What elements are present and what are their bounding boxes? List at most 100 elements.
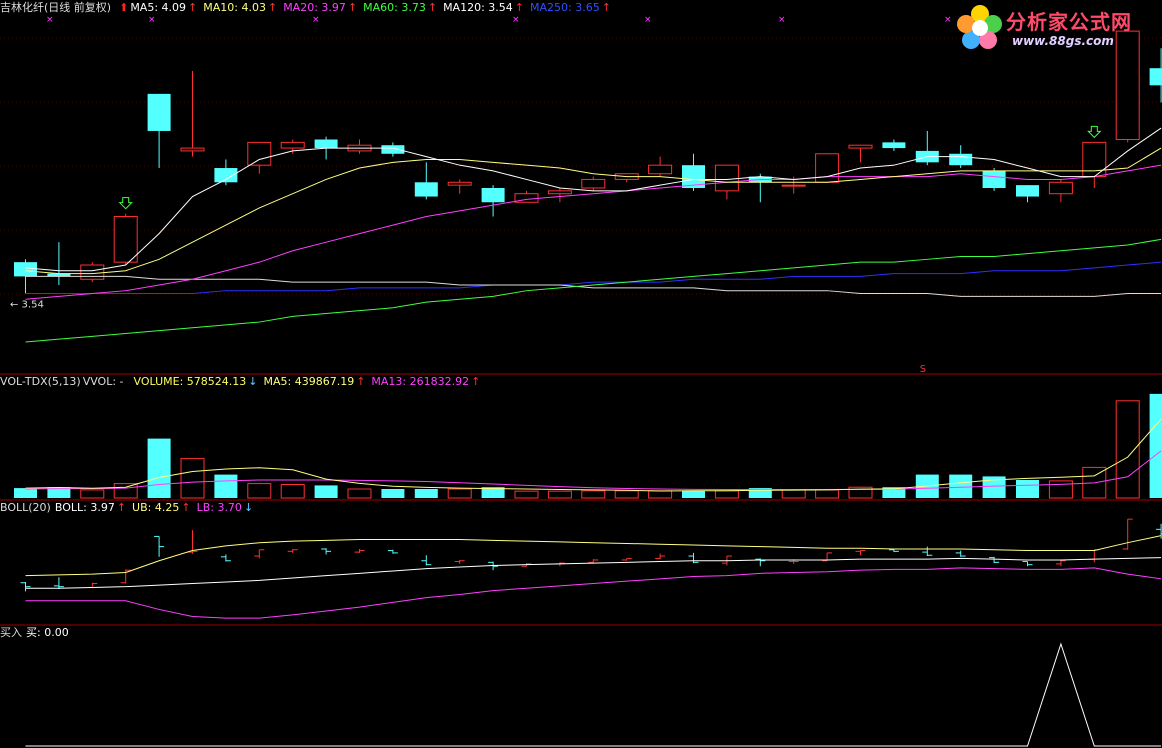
volume-bar [347,488,372,499]
ma250-label: MA250: 3.65 [530,1,600,14]
candle-body [414,182,438,197]
marker-icon: × [644,15,652,25]
candle-body [781,184,806,187]
candle-body [581,178,606,189]
ma10-line [25,147,1162,275]
candle-body [815,153,840,183]
boll-lb-line [25,567,1162,619]
candle-body [147,93,171,131]
ma5-label: MA5: 4.09 [130,1,187,14]
arrow-down-icon: ↓ [248,375,258,388]
buy-signal-line [25,642,1162,747]
candle-body [14,262,37,277]
volume-bar [280,484,305,499]
candle-body [848,144,873,149]
arrow-up-icon: ↑ [116,501,127,514]
arrow-up-icon: ↑ [356,375,366,388]
volume-bar [14,488,37,498]
logo-title: 分析家公式网 [1006,10,1132,34]
ma250-line [25,261,1162,295]
buy-indicator-name: 买入 [0,626,22,639]
volume-bar [147,438,171,498]
volume-bar [214,474,238,498]
ma10-label: MA10: 4.03 [203,1,266,14]
volume-bar [815,489,840,499]
candle-body [481,188,505,203]
volume-bar [414,489,438,498]
candle-body [982,170,1006,188]
candle-body [949,153,973,166]
volume-bar [514,490,539,499]
vvol-label: VVOL: - [82,375,124,388]
boll-indicator-name: BOLL(20) [0,501,51,514]
ma60-label: MA60: 3.73 [363,1,426,14]
arrow-down-icon: ↓ [243,501,254,514]
marker-icon: × [778,15,786,25]
ub-label: UB: 4.25 [132,501,180,514]
low-price-label: ← 3.54 [10,300,44,311]
candle-body [247,141,272,166]
volume-bar [180,457,205,499]
chart-canvas[interactable]: × × × × × × × ← 3.54 S [0,0,1162,748]
volume-bar [80,489,105,499]
vol-ma13-label: MA13: 261832.92 [371,375,470,388]
up-arrow-icon: ⬆ [119,1,129,14]
stock-title: 吉林化纤(日线 前复权) [0,1,112,14]
boll-header: BOLL(20) BOLL: 3.97 ↑ UB: 4.25 ↑ LB: 3.70 ↓ [0,502,259,514]
arrow-up-icon: ↑ [514,1,524,14]
vol-ma5-label: MA5: 439867.19 [263,375,355,388]
volume-bar [682,490,705,498]
candle-body [714,164,739,192]
marker-icon: × [148,15,156,25]
flower-logo-icon [957,5,1002,49]
main-header: 吉林化纤(日线 前复权) ⬆ MA5: 4.09 ↑ MA10: 4.03 ↑ MA20: … [0,2,617,14]
candle-body [1082,141,1107,178]
candle-body [381,145,405,154]
volume-bar [781,489,806,499]
site-logo[interactable]: 分析家公式网 www.88gs.com [954,2,1154,54]
candle-body [314,139,338,149]
volume-bar [1048,480,1073,499]
candle-body [1048,181,1073,195]
buy-arrow-icon [118,197,133,210]
buy-header: 买入 买: 0.00 [0,627,75,639]
marker-icon: × [312,15,320,25]
candle-body [180,147,205,152]
ma20-label: MA20: 3.97 [283,1,346,14]
volume-bar [1115,400,1140,499]
ma60-line [25,238,1162,343]
candle-body [447,181,472,186]
logo-url: www.88gs.com [1012,34,1114,48]
boll-label: BOLL: 3.97 [54,501,115,514]
volume-bar [949,474,973,498]
volume-bar [714,490,739,499]
buy-value-label: 买: 0.00 [26,626,69,639]
volume-bar [314,485,338,498]
volume-bar [547,490,572,499]
arrow-up-icon: ↑ [181,501,191,514]
volume-bar [581,490,606,499]
volume-bar [614,490,639,499]
candle-body [113,216,138,263]
arrow-up-icon: ↑ [267,1,278,14]
volume-bar [648,490,673,499]
arrow-up-icon: ↑ [471,375,481,388]
volume-header: VOL-TDX(5,13) VVOL: - VOLUME: 578524.13 ↓ MA… [0,376,486,388]
arrow-up-icon: ↑ [347,1,358,14]
volume-bar [381,489,405,498]
candle-body [648,164,673,175]
lb-label: LB: 3.70 [196,501,242,514]
arrow-up-icon: ↑ [601,1,611,14]
buy-arrow-icon [1087,125,1102,139]
boll-ub-line [25,535,1162,577]
volume-bar [247,483,272,499]
candle-body [1149,68,1162,86]
vol-indicator-name: VOL-TDX(5,13) [0,375,81,388]
volume-label: VOLUME: 578524.13 [133,375,247,388]
volume-bar [113,483,138,499]
candle-body [882,142,906,149]
arrow-up-icon: ↑ [427,1,438,14]
volume-bar [447,488,472,499]
marker-icon: × [46,15,54,25]
ma120-label: MA120: 3.54 [443,1,513,14]
